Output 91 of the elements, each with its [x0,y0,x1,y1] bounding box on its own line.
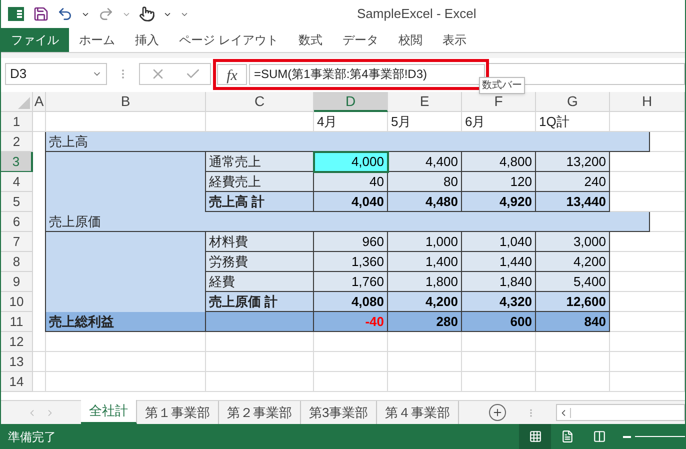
table-cell: 4,400 [388,152,462,172]
touch-icon[interactable] [139,6,155,22]
row-header[interactable]: 1 [1,112,33,132]
table-cell: 4,800 [462,152,536,172]
column-header[interactable]: F [462,92,536,112]
table-cell: 5,400 [536,272,610,292]
save-icon[interactable] [33,6,49,22]
table-cell: 材料費 [206,232,314,252]
ribbon-tab[interactable]: 表示 [432,28,476,52]
redo-icon[interactable] [98,6,114,22]
row-header[interactable]: 3 [1,152,33,172]
normal-view-button[interactable] [519,424,551,449]
row-header[interactable]: 8 [1,252,33,272]
table-cell: 1,800 [388,272,462,292]
window-title: SampleExcel - Excel [357,5,476,24]
column-header[interactable]: D [314,92,388,112]
table-cell: 80 [388,172,462,192]
table-cell: 1,000 [388,232,462,252]
table-cell: 売上原価 計 [206,292,314,312]
table-cell: 1,400 [388,252,462,272]
table-cell: 売上原価 [46,212,650,232]
horizontal-scrollbar[interactable] [556,404,685,421]
row-header[interactable]: 6 [1,212,33,232]
table-cell: 4,480 [388,192,462,212]
row-header[interactable]: 14 [1,372,33,392]
ribbon-tab[interactable]: データ [332,28,388,52]
table-cell: 13,440 [536,192,610,212]
table-cell: 売上高 [46,132,650,152]
split-page-icon [592,430,606,443]
column-header[interactable]: A [33,92,46,112]
column-header[interactable]: E [388,92,462,112]
table-cell: 960 [314,232,388,252]
insert-function-button[interactable]: fx [217,64,247,84]
file-tab[interactable]: ファイル [1,28,69,52]
table-cell: 労務費 [206,252,314,272]
table-cell: 売上総利益 [46,312,206,332]
table-cell: 840 [536,312,610,332]
row-header[interactable]: 7 [1,232,33,252]
row-header[interactable]: 12 [1,332,33,352]
table-cell: 4,040 [314,192,388,212]
table-cell: 40 [314,172,388,192]
row-header[interactable]: 11 [1,312,33,332]
table-cell: 280 [388,312,462,332]
table-cell: 600 [462,312,536,332]
grid-icon [528,430,542,443]
ribbon-tab[interactable]: 数式 [288,28,332,52]
column-header[interactable]: G [536,92,610,112]
table-cell: 3,000 [536,232,610,252]
table-cell: -40 [314,312,388,332]
table-cell: 120 [462,172,536,192]
ribbon-tab[interactable]: ホーム [69,28,125,52]
table-cell: 12,600 [536,292,610,312]
name-box[interactable]: D3 [5,63,107,85]
add-sheet-button[interactable] [489,404,506,421]
table-cell: 4,200 [536,252,610,272]
status-text: 準備完了 [7,428,57,446]
row-header[interactable]: 2 [1,132,33,152]
plus-icon [492,407,504,418]
row-header[interactable]: 10 [1,292,33,312]
table-cell: 13,200 [536,152,610,172]
column-header[interactable]: B [46,92,206,112]
table-cell: 1,360 [314,252,388,272]
ribbon-tab[interactable]: 校閲 [388,28,432,52]
row-header[interactable]: 5 [1,192,33,212]
ribbon-tab[interactable]: ページ レイアウト [169,28,288,52]
page-icon [560,430,574,443]
sheet-tab[interactable]: 全社計 [81,400,137,424]
undo-icon[interactable] [57,6,73,22]
table-cell: 4,320 [462,292,536,312]
table-cell: 240 [536,172,610,192]
table-cell: 経費売上 [206,172,314,192]
column-header[interactable]: H [610,92,685,112]
table-cell: 経費 [206,272,314,292]
table-cell: 1,040 [462,232,536,252]
table-cell: 売上高 計 [206,192,314,212]
column-header[interactable]: C [206,92,314,112]
table-cell: 4,000 [314,152,388,172]
table-cell: 4,920 [462,192,536,212]
table-cell: 1,760 [314,272,388,292]
row-header[interactable]: 4 [1,172,33,192]
table-cell: 1,440 [462,252,536,272]
table-cell: 1,840 [462,272,536,292]
corner-icon [18,97,30,109]
table-cell: 通常売上 [206,152,314,172]
row-header[interactable]: 13 [1,352,33,372]
table-cell: 4,200 [388,292,462,312]
ribbon-tab[interactable]: 挿入 [125,28,169,52]
app-logo-icon [7,5,25,23]
tooltip: 数式バー [479,77,525,94]
table-cell: 4,080 [314,292,388,312]
row-header[interactable]: 9 [1,272,33,292]
